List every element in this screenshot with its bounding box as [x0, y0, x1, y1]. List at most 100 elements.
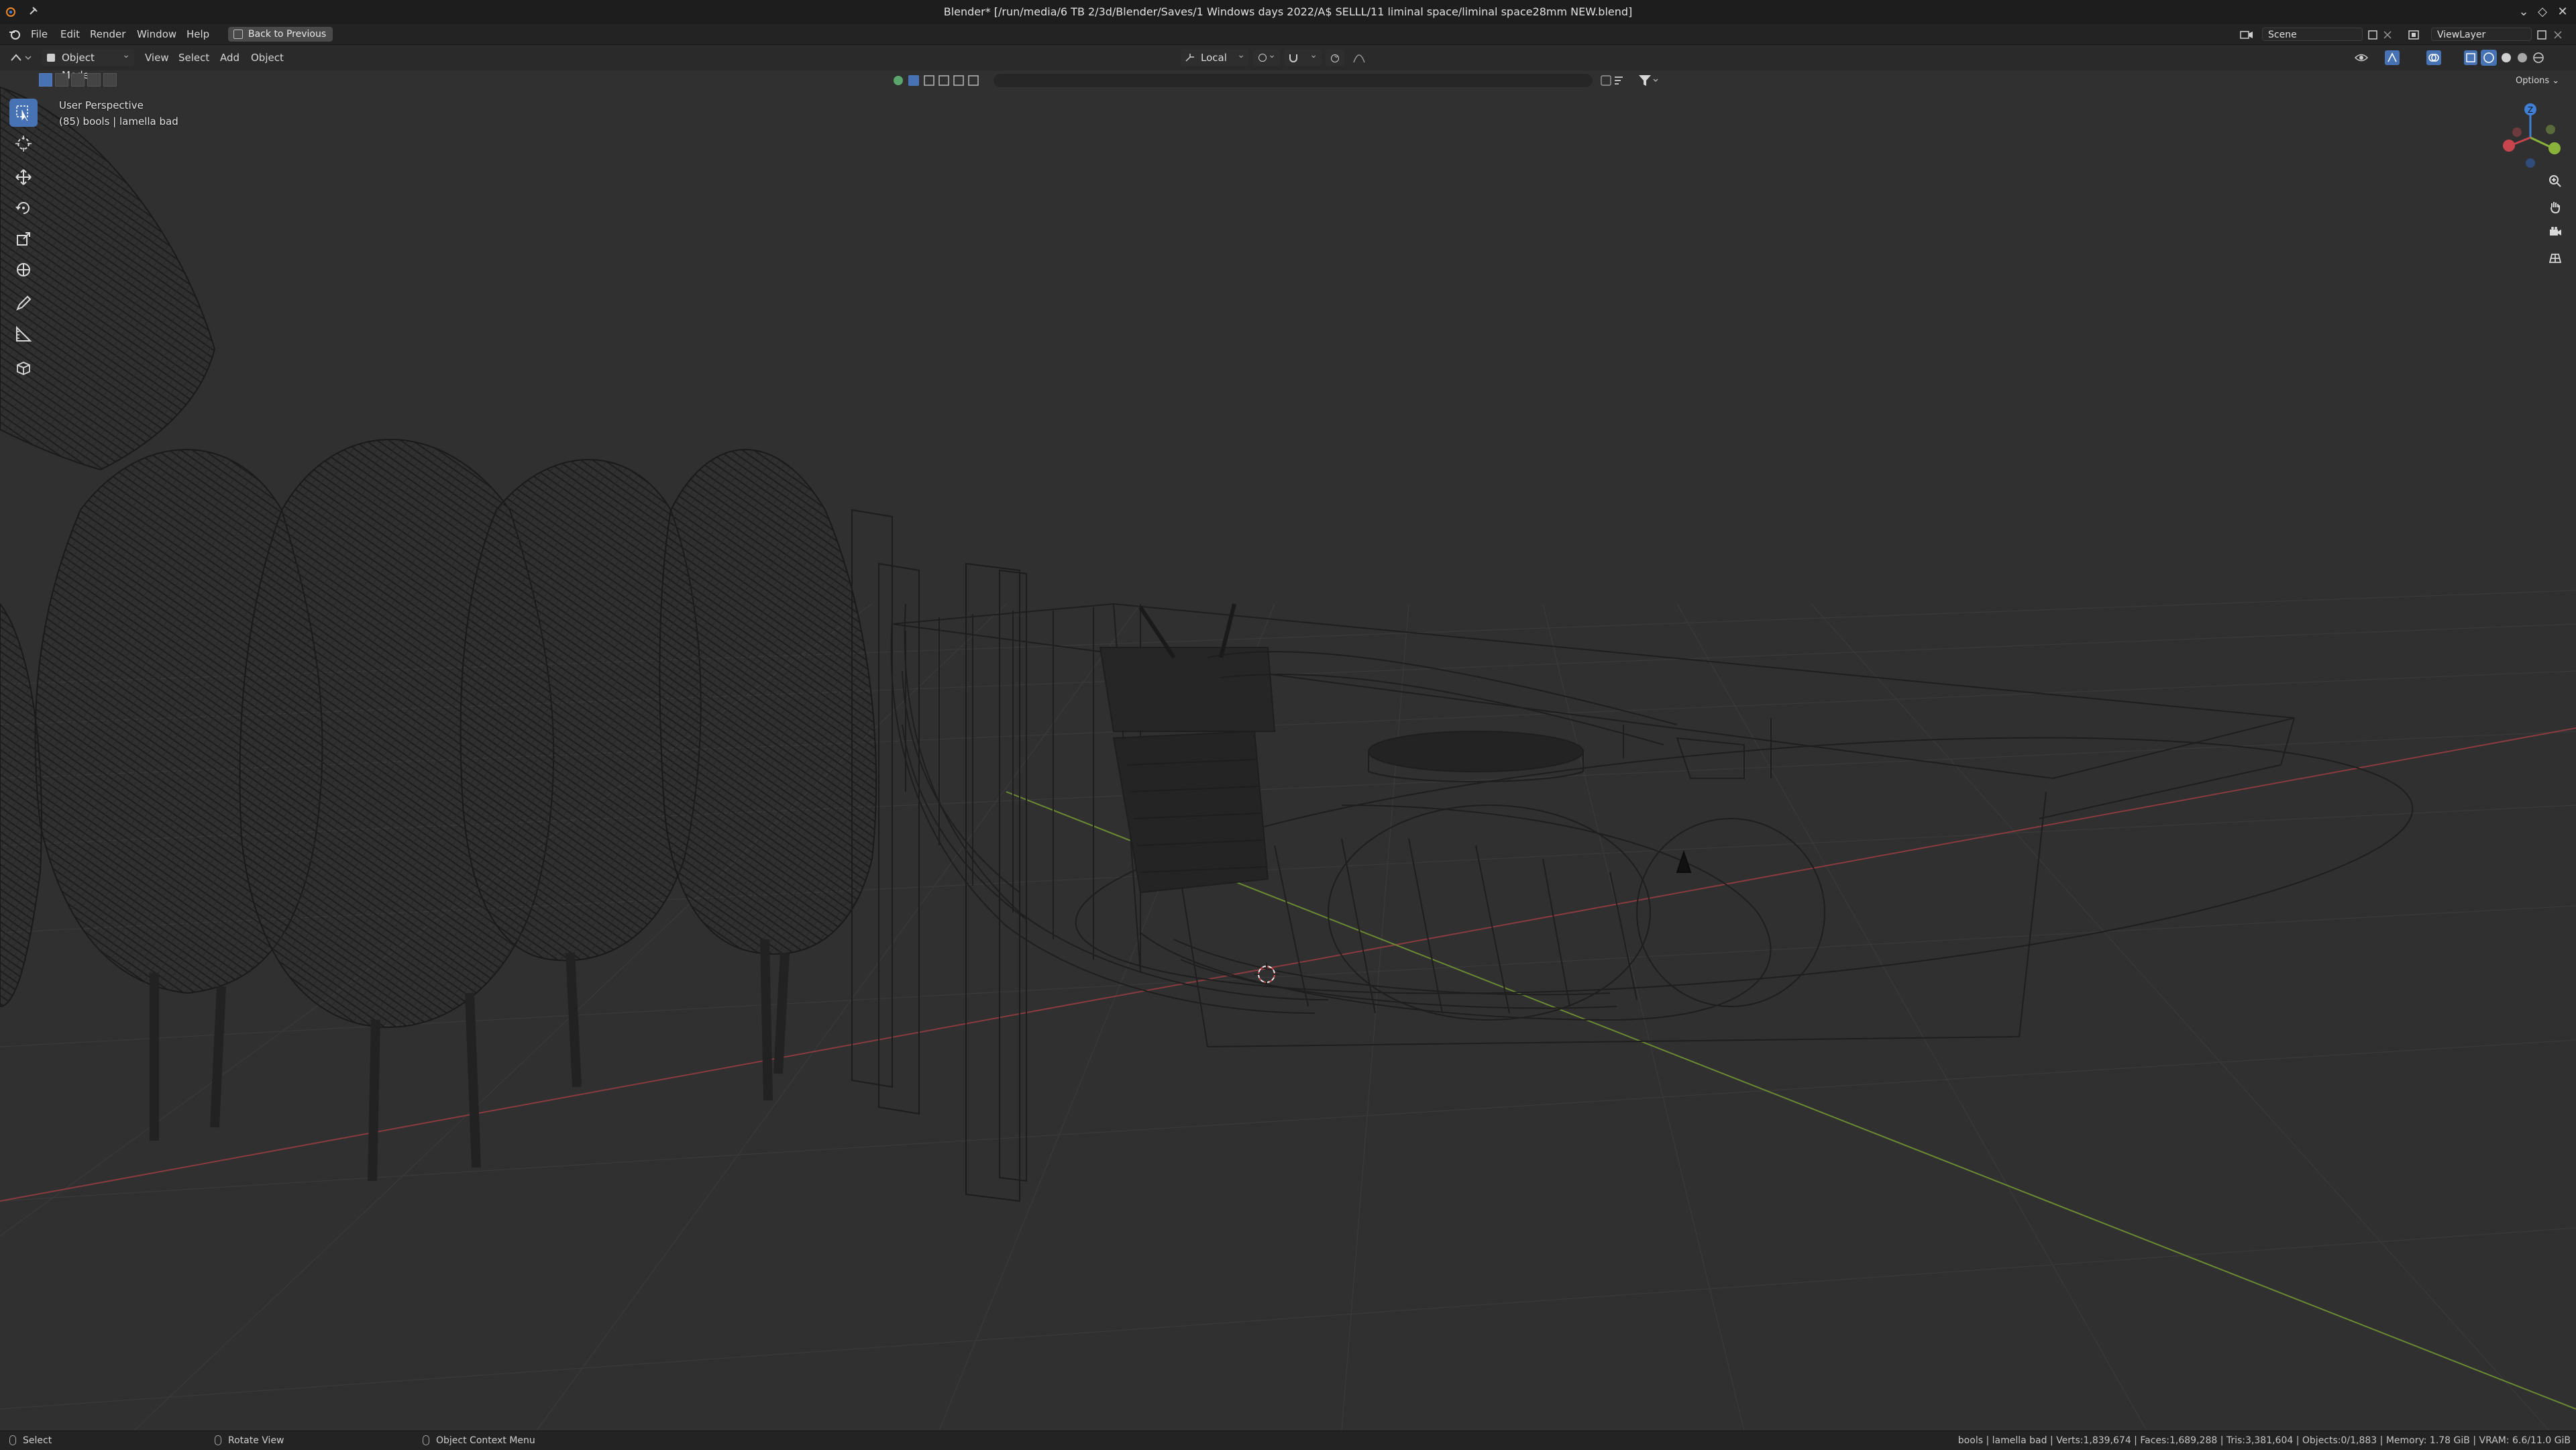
neg-z-axis-icon[interactable] [2526, 158, 2535, 168]
funnel-filter-icon[interactable] [1637, 73, 1660, 88]
building-wireframe [890, 603, 2295, 1047]
status-select-label: Select [23, 1435, 52, 1446]
pivot-icon [1258, 54, 1267, 62]
object-info-label: (85) bools | lamella bad [59, 115, 178, 127]
select-box-tool[interactable] [9, 99, 38, 127]
window-title: Blender* [/run/media/6 TB 2/3d/Blender/S… [943, 5, 1633, 18]
status-context-label: Object Context Menu [436, 1435, 535, 1446]
transform-icon [17, 263, 30, 276]
neg-y-axis-icon[interactable] [2546, 125, 2555, 134]
z-axis-label: Z [2528, 105, 2533, 115]
select-intersect-mode[interactable] [103, 73, 117, 87]
cursor-tool[interactable] [9, 130, 38, 158]
menu-window[interactable]: Window [137, 24, 176, 44]
x-axis-icon[interactable] [2503, 140, 2515, 152]
editor-type-icon[interactable] [9, 51, 32, 64]
pan-view-button[interactable] [2545, 197, 2565, 217]
toggle-perspective-button[interactable] [2545, 248, 2565, 268]
3d-viewport[interactable]: User Perspective (85) bools | lamella ba… [0, 70, 2576, 1431]
menu-edit[interactable]: Edit [60, 24, 80, 44]
menu-view[interactable]: View [145, 49, 169, 66]
rotate-tool[interactable] [9, 194, 38, 222]
delete-view-layer-icon[interactable] [2552, 29, 2564, 41]
back-to-previous-label: Back to Previous [248, 29, 327, 40]
mouse-middle-icon [215, 1435, 221, 1445]
status-rotate-label: Rotate View [228, 1435, 284, 1446]
select-invert-mode[interactable] [87, 73, 101, 87]
gizmo-toggle-icon[interactable] [2384, 50, 2408, 66]
overlays-toggle-icon[interactable] [2426, 50, 2450, 66]
select-extend-mode[interactable] [55, 73, 68, 87]
camera-object[interactable] [1676, 849, 1692, 873]
xray-toggle-icon[interactable] [2463, 50, 2478, 66]
status-bar: Select Rotate View Object Context Menu b… [0, 1431, 2576, 1450]
new-scene-icon[interactable] [2367, 29, 2379, 41]
hand-icon [2551, 202, 2560, 214]
top-menu-bar: File Edit Render Window Help Back to Pre… [0, 24, 2576, 45]
view-layer-name: ViewLayer [2437, 30, 2486, 40]
annotate-pencil-icon [16, 295, 32, 311]
scale-tool[interactable] [9, 225, 38, 253]
select-new-mode[interactable] [39, 73, 52, 87]
perspective-label: User Perspective [59, 99, 144, 111]
proportional-editing-button[interactable] [1326, 46, 1344, 66]
maximize-button[interactable]: ◇ [2533, 3, 2552, 21]
mouse-left-icon [9, 1435, 16, 1445]
add-cube-tool[interactable] [9, 354, 38, 382]
transform-orientation-label: Local [1201, 52, 1227, 64]
transform-tool[interactable] [9, 256, 38, 284]
neg-x-axis-icon[interactable] [2512, 127, 2522, 137]
search-input[interactable] [993, 73, 1593, 88]
grid-icon [2548, 254, 2562, 263]
y-axis-line [1006, 791, 2576, 1410]
close-button[interactable]: ✕ [2553, 3, 2572, 21]
menu-select[interactable]: Select [178, 49, 209, 66]
y-axis-icon[interactable] [2548, 142, 2561, 154]
viewport-scene[interactable] [0, 70, 2576, 1431]
navigation-gizmo[interactable]: Z [2498, 96, 2563, 170]
object-mode-icon [47, 54, 55, 62]
scale-icon [17, 232, 30, 246]
zoom-icon [2549, 175, 2561, 187]
zoom-view-button[interactable] [2545, 171, 2565, 191]
view-layer-icon[interactable] [2407, 29, 2424, 41]
viewport-header: Object Mode View Select Add Object Local [0, 45, 2576, 81]
select-box-icon [16, 105, 28, 121]
view-layer-field[interactable]: ViewLayer [2431, 28, 2532, 41]
menu-file[interactable]: File [31, 24, 48, 44]
transform-orientation-dropdown[interactable]: Local [1181, 46, 1249, 66]
falloff-icon[interactable] [1352, 52, 1366, 64]
status-rotate-hint: Rotate View [215, 1431, 284, 1450]
pivot-point-dropdown[interactable] [1253, 46, 1280, 66]
camera-view-button[interactable] [2545, 222, 2565, 242]
select-subtract-mode[interactable] [71, 73, 85, 87]
minimize-button[interactable]: ⌄ [2514, 3, 2533, 21]
object-mode-dropdown[interactable]: Object Mode [42, 46, 134, 81]
tool-header [0, 70, 2576, 91]
sort-list-icon[interactable] [1613, 74, 1633, 87]
measure-tool[interactable] [9, 320, 38, 348]
scene-icon[interactable] [2239, 29, 2257, 41]
menu-help[interactable]: Help [186, 24, 209, 44]
trees-group [0, 86, 877, 1182]
move-tool[interactable] [9, 163, 38, 191]
menu-render[interactable]: Render [90, 24, 125, 44]
scene-statistics: bools | lamella bad | Verts:1,839,674 | … [1957, 1435, 2571, 1446]
snapping-dropdown[interactable] [1284, 46, 1322, 66]
visibility-icon[interactable] [2353, 50, 2377, 65]
status-context-hint: Object Context Menu [423, 1431, 535, 1450]
delete-scene-icon[interactable] [2381, 29, 2394, 41]
shading-mode-icons[interactable] [2481, 50, 2548, 66]
new-view-layer-icon[interactable] [2536, 29, 2548, 41]
clear-filter-icon[interactable] [1599, 74, 1613, 87]
mouse-right-icon [423, 1435, 429, 1445]
filter-type-icons[interactable] [891, 73, 985, 88]
menu-add[interactable]: Add [220, 49, 239, 66]
back-to-previous-button[interactable]: Back to Previous [228, 27, 333, 42]
fullscreen-icon [233, 30, 243, 39]
blender-menu-icon[interactable] [8, 28, 21, 40]
measure-ruler-icon [16, 325, 32, 342]
annotate-tool[interactable] [9, 289, 38, 317]
scene-name-field[interactable]: Scene [2262, 28, 2363, 41]
menu-object[interactable]: Object [251, 49, 284, 66]
